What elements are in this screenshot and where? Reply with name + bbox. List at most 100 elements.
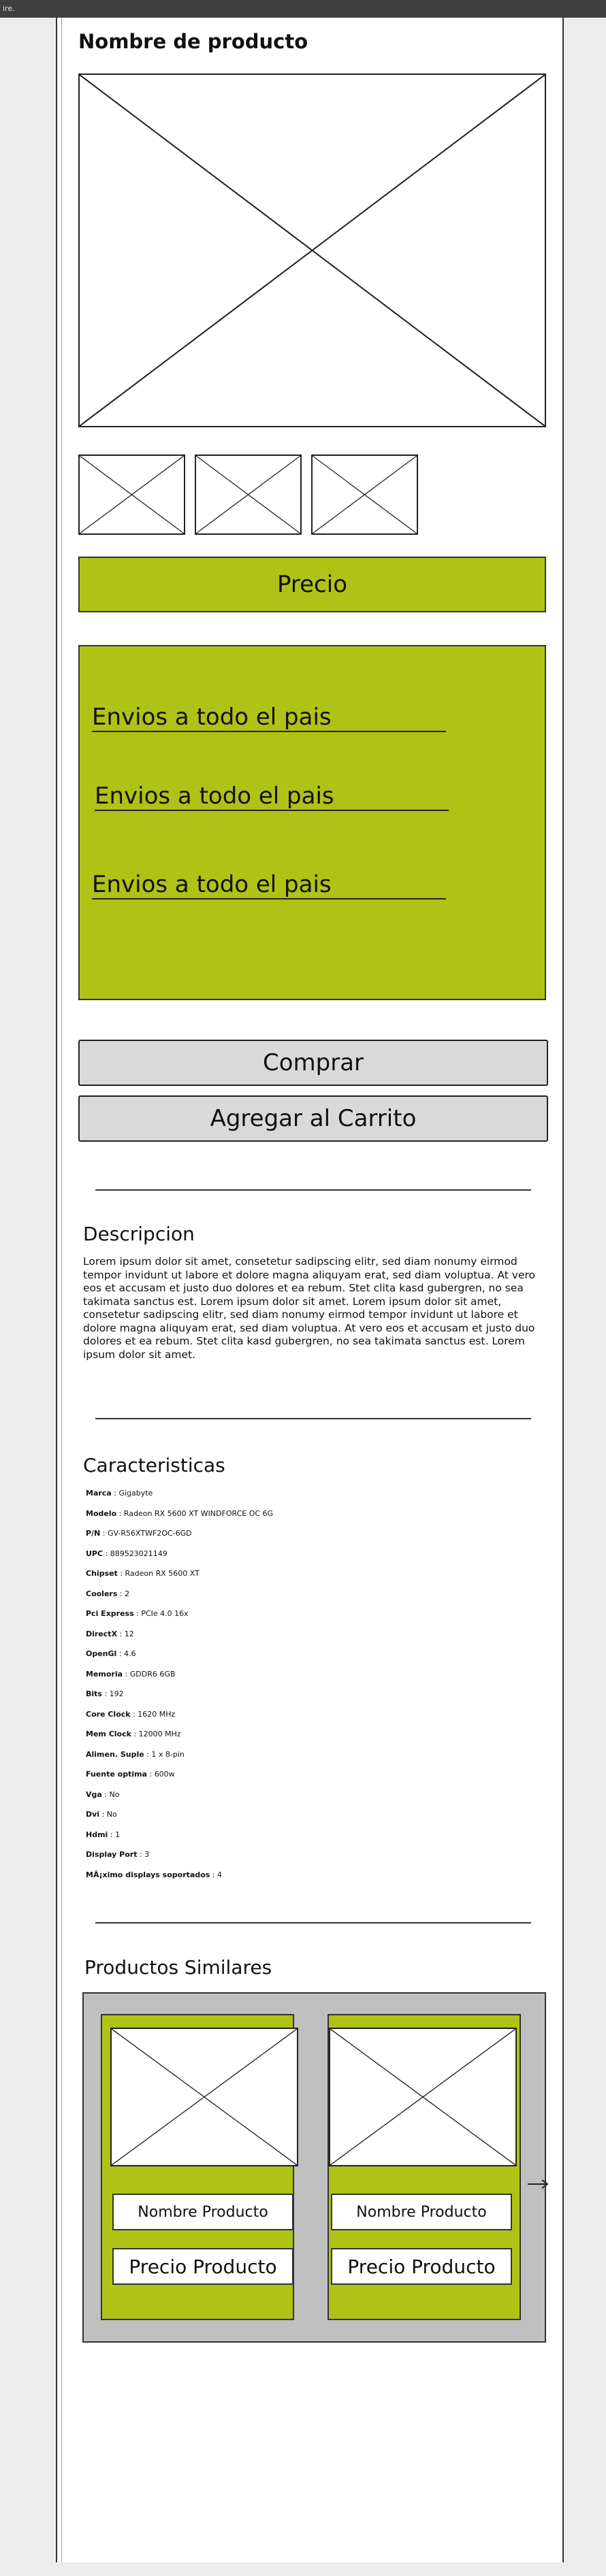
carousel-next-arrow-icon[interactable] xyxy=(526,2177,549,2191)
product-card-name: Nombre Producto xyxy=(112,2194,293,2230)
feature-row: DirectX : 12 xyxy=(86,1629,134,1638)
feature-value: 2 xyxy=(125,1589,130,1598)
shipping-line: Envios a todo el pais xyxy=(92,871,446,899)
similar-products-carousel: Nombre Producto Precio Producto Nombre P… xyxy=(82,1992,549,2343)
description-body: Lorem ipsum dolor sit amet, consetetur s… xyxy=(83,1255,536,1361)
product-title: Nombre de producto xyxy=(78,30,308,53)
feature-value: 192 xyxy=(109,1689,124,1698)
product-card[interactable]: Nombre Producto Precio Producto xyxy=(101,2014,298,2320)
divider xyxy=(95,1922,531,1923)
similar-products-heading: Productos Similares xyxy=(84,1956,272,1979)
thumbnail-image[interactable] xyxy=(311,455,418,535)
feature-row: Alimen. Suple : 1 x 8-pin xyxy=(86,1749,185,1759)
feature-row: Bits : 192 xyxy=(86,1689,124,1698)
feature-row: Chipset : Radeon RX 5600 XT xyxy=(86,1569,200,1578)
features-heading: Caracteristicas xyxy=(83,1454,225,1476)
page-edge-line xyxy=(61,18,64,2562)
feature-row: Dvi : No xyxy=(86,1810,117,1819)
image-placeholder-icon xyxy=(80,75,545,426)
feature-value: Radeon RX 5600 XT WINDFORCE OC 6G xyxy=(123,1508,274,1518)
feature-key: Chipset xyxy=(86,1569,118,1578)
shipping-text: Envios a todo el pais xyxy=(95,782,334,810)
feature-value: GV-R56XTWF2OC-6GD xyxy=(108,1529,192,1538)
feature-row: Memoria : GDDR6 6GB xyxy=(86,1669,176,1679)
feature-key: Pci Express xyxy=(86,1609,134,1618)
feature-row: Display Port : 3 xyxy=(86,1850,150,1859)
feature-key: MÃ¡ximo displays soportados xyxy=(86,1870,210,1879)
feature-value: 1620 MHz xyxy=(138,1709,176,1719)
feature-key: P/N xyxy=(86,1529,101,1538)
feature-key: Dvi xyxy=(86,1810,100,1819)
feature-value: 4 xyxy=(217,1870,222,1879)
features-list: Marca : Gigabyte Modelo : Radeon RX 5600… xyxy=(86,1483,494,1885)
feature-key: Marca xyxy=(86,1489,112,1498)
feature-row: Modelo : Radeon RX 5600 XT WINDFORCE OC … xyxy=(86,1508,274,1518)
product-card-name: Nombre Producto xyxy=(331,2194,512,2230)
feature-value: GDDR6 6GB xyxy=(129,1669,176,1679)
shipping-info-box: Envios a todo el pais Envios a todo el p… xyxy=(78,645,546,1000)
buy-button-label: Comprar xyxy=(262,1049,364,1076)
image-placeholder-icon xyxy=(313,456,417,533)
price-bar: Precio xyxy=(78,557,546,612)
buy-button[interactable]: Comprar xyxy=(78,1040,548,1086)
feature-key: Memoria xyxy=(86,1669,123,1679)
feature-row: OpenGl : 4.6 xyxy=(86,1649,136,1658)
feature-value: 889523021149 xyxy=(110,1549,168,1558)
feature-value: No xyxy=(106,1810,117,1819)
window-titlebar: ire. xyxy=(0,0,606,18)
feature-key: Mem Clock xyxy=(86,1730,131,1738)
image-placeholder-icon xyxy=(112,2029,297,2165)
feature-row: P/N : GV-R56XTWF2OC-6GD xyxy=(86,1529,192,1538)
feature-key: Vga xyxy=(86,1789,102,1799)
feature-key: Core Clock xyxy=(86,1709,131,1719)
feature-value: 4.6 xyxy=(124,1649,136,1658)
product-card[interactable]: Nombre Producto Precio Producto xyxy=(328,2014,521,2320)
feature-key: Fuente optima xyxy=(86,1770,147,1779)
shipping-line: Envios a todo el pais xyxy=(92,704,446,732)
add-to-cart-label: Agregar al Carrito xyxy=(210,1105,417,1132)
feature-key: Bits xyxy=(86,1689,102,1698)
feature-row: Marca : Gigabyte xyxy=(86,1489,153,1498)
image-placeholder-icon xyxy=(330,2029,515,2165)
feature-value: 12000 MHz xyxy=(138,1730,181,1738)
main-product-image[interactable] xyxy=(78,73,546,427)
divider xyxy=(95,1189,531,1191)
divider xyxy=(95,1418,531,1419)
feature-value: 1 x 8-pin xyxy=(151,1749,185,1759)
feature-key: UPC xyxy=(86,1549,103,1558)
image-placeholder-icon xyxy=(80,456,184,533)
thumbnail-image[interactable] xyxy=(78,455,185,535)
shipping-line: Envios a todo el pais xyxy=(95,782,449,811)
feature-row: Coolers : 2 xyxy=(86,1589,130,1598)
window-title: ire. xyxy=(3,4,15,13)
feature-row: MÃ¡ximo displays soportados : 4 xyxy=(86,1870,222,1879)
feature-row: Vga : No xyxy=(86,1789,120,1799)
product-card-price: Precio Producto xyxy=(331,2248,512,2285)
feature-row: Mem Clock : 12000 MHz xyxy=(86,1730,181,1738)
feature-value: PCIe 4.0 16x xyxy=(141,1609,189,1618)
feature-key: DirectX xyxy=(86,1629,118,1638)
feature-key: OpenGl xyxy=(86,1649,117,1658)
feature-value: 1 xyxy=(115,1830,121,1839)
feature-row: Pci Express : PCIe 4.0 16x xyxy=(86,1609,189,1618)
feature-row: Hdmi : 1 xyxy=(86,1830,121,1839)
shipping-text: Envios a todo el pais xyxy=(92,704,332,731)
thumbnail-image[interactable] xyxy=(195,455,302,535)
feature-value: 3 xyxy=(144,1850,150,1859)
feature-row: Core Clock : 1620 MHz xyxy=(86,1709,176,1719)
feature-key: Coolers xyxy=(86,1589,118,1598)
feature-key: Alimen. Suple xyxy=(86,1749,144,1759)
feature-key: Hdmi xyxy=(86,1830,108,1839)
feature-key: Modelo xyxy=(86,1508,117,1518)
feature-value: Radeon RX 5600 XT xyxy=(125,1569,200,1578)
feature-key: Display Port xyxy=(86,1850,138,1859)
feature-value: 600w xyxy=(154,1770,175,1779)
feature-value: No xyxy=(109,1789,120,1799)
feature-value: 12 xyxy=(124,1629,134,1638)
shipping-text: Envios a todo el pais xyxy=(92,871,332,898)
image-placeholder-icon xyxy=(196,456,300,533)
product-card-image xyxy=(110,2028,298,2166)
product-card-price: Precio Producto xyxy=(112,2248,293,2285)
add-to-cart-button[interactable]: Agregar al Carrito xyxy=(78,1095,548,1142)
description-heading: Descripcion xyxy=(83,1223,195,1245)
